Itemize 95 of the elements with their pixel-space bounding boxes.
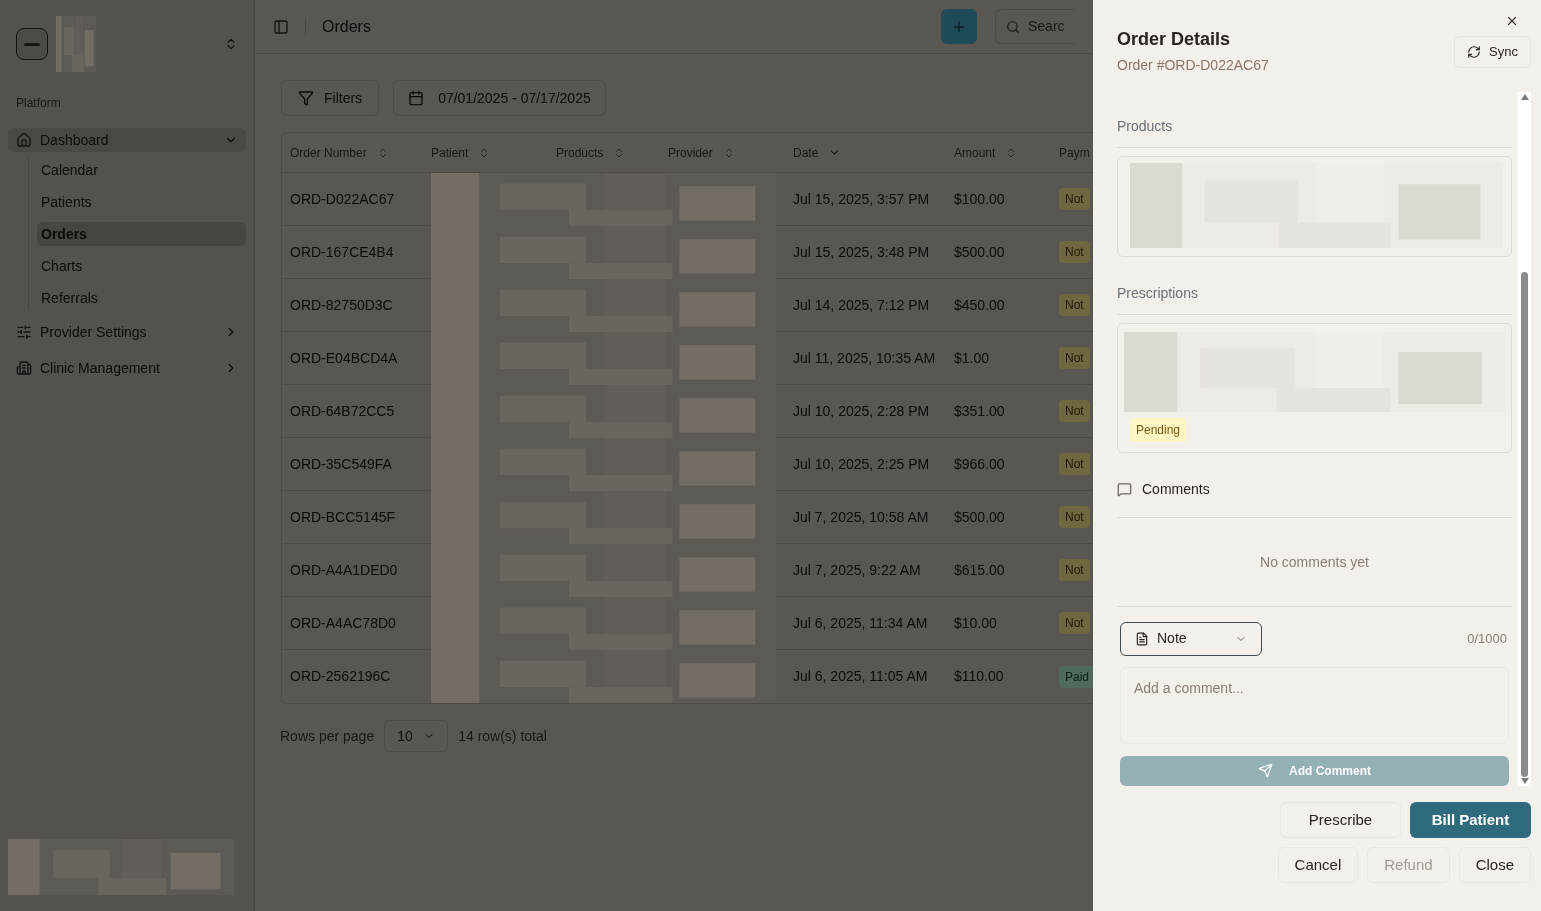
payment-status-badge: Not: [1059, 400, 1090, 422]
nav-subitem[interactable]: Orders: [37, 222, 246, 246]
table-cell-text: Jul 15, 2025, 3:57 PM: [793, 189, 931, 209]
table-cell-text: ORD-35C549FA: [290, 454, 393, 474]
column-header[interactable]: Provider: [668, 143, 713, 162]
table-cell-text: Jul 10, 2025, 2:25 PM: [793, 454, 931, 474]
table-cell-text: $351.00: [954, 401, 1006, 421]
comment-type-select[interactable]: Note: [1120, 621, 1262, 656]
building-icon: [16, 360, 32, 376]
sidebar-toggle-icon[interactable]: [273, 18, 289, 35]
table-cell-text: $500.00: [954, 507, 1006, 527]
rows-per-page-select[interactable]: 10: [384, 720, 449, 752]
table-cell-text: ORD-2562196C: [290, 667, 392, 686]
table-cell-text: ORD-64B72CC5: [290, 401, 396, 421]
column-header[interactable]: Products: [556, 143, 604, 162]
payment-status-badge: Not: [1059, 559, 1090, 581]
row-total: 14 row(s) total: [458, 726, 547, 746]
table-cell-text: ORD-167CE4B4: [290, 242, 395, 262]
nav-subitem[interactable]: Calendar: [37, 158, 246, 182]
funnel-icon: [298, 90, 314, 106]
drawer-title: Order Details: [1117, 28, 1232, 51]
payment-status-badge: Paid: [1059, 665, 1093, 688]
table-cell-text: $1.00: [954, 348, 991, 368]
nav-item[interactable]: Clinic Management: [8, 356, 246, 380]
section-label: Platform: [15, 95, 62, 112]
date-range-button[interactable]: 07/01/2025 - 07/17/2025: [393, 80, 606, 116]
table-cell-text: ORD-BCC5145F: [290, 507, 397, 527]
table-cell-text: $10.00: [954, 613, 998, 633]
table-cell-text: Jul 10, 2025, 2:28 PM: [793, 401, 931, 421]
payment-status-badge: Not: [1059, 347, 1090, 369]
action-button[interactable]: Cancel: [1277, 847, 1359, 883]
payment-status-badge: Not: [1059, 294, 1090, 316]
action-button[interactable]: Prescribe: [1280, 802, 1401, 838]
table-cell-text: ORD-A4A1DED0: [290, 560, 399, 580]
logo-icon: [16, 28, 48, 60]
action-button[interactable]: Close: [1458, 847, 1531, 883]
table-cell-text: $966.00: [954, 454, 1006, 474]
column-header[interactable]: Amount: [954, 143, 996, 162]
add-button[interactable]: [941, 9, 977, 44]
filters-button[interactable]: Filters: [281, 80, 380, 116]
sync-button[interactable]: Sync: [1454, 36, 1531, 68]
empty-comments-text: No comments yet: [1260, 552, 1369, 572]
table-cell-text: Jul 15, 2025, 3:48 PM: [793, 242, 931, 262]
payment-status-badge: Not: [1059, 453, 1090, 475]
drawer-subtitle: Order #ORD-D022AC67: [1117, 56, 1269, 75]
comment-field[interactable]: Add a comment...: [1120, 666, 1509, 744]
table-cell-text: $615.00: [954, 560, 1006, 580]
send-icon: [1258, 763, 1273, 779]
scrollbar[interactable]: [1518, 92, 1531, 786]
table-cell-text: ORD-A4AC78D0: [290, 613, 397, 633]
nav-item[interactable]: Provider Settings: [8, 320, 246, 344]
search-icon: [1006, 19, 1020, 34]
nav-subitem[interactable]: Charts: [37, 254, 246, 278]
calendar-icon: [408, 90, 425, 106]
close-icon[interactable]: [1505, 14, 1519, 28]
document-icon: [1135, 631, 1149, 646]
column-header[interactable]: Patient: [431, 143, 469, 162]
nav-label: Dashboard: [40, 130, 109, 150]
table-cell-text: Jul 7, 2025, 9:22 AM: [793, 560, 922, 580]
payment-status-badge: Not: [1059, 241, 1090, 263]
nav-subitem[interactable]: Referrals: [37, 286, 246, 310]
table-cell-text: Jul 7, 2025, 10:58 AM: [793, 507, 930, 527]
column-header[interactable]: Paym: [1059, 143, 1090, 162]
table-cell-text: Jul 6, 2025, 11:34 AM: [793, 613, 929, 633]
character-count: 0/1000: [1467, 630, 1507, 649]
table-cell-text: Jul 14, 2025, 7:12 PM: [793, 295, 931, 315]
table-cell-text: $110.00: [954, 667, 1005, 686]
section-heading: Products: [1117, 117, 1174, 136]
sliders-icon: [16, 324, 32, 340]
nav-subitem[interactable]: Patients: [37, 190, 246, 214]
table-cell-text: ORD-D022AC67: [290, 189, 396, 209]
table-cell-text: ORD-E04BCD4A: [290, 348, 399, 368]
refresh-icon: [1467, 45, 1482, 59]
payment-status-badge: Not: [1059, 506, 1090, 528]
payment-status-badge: Not: [1059, 188, 1090, 210]
action-button[interactable]: Bill Patient: [1410, 802, 1531, 838]
table-cell-text: Jul 11, 2025, 10:35 AM: [793, 348, 937, 368]
page-title: Orders: [322, 16, 371, 37]
section-heading: Prescriptions: [1117, 283, 1199, 303]
column-header[interactable]: Order Number: [290, 143, 367, 162]
table-cell-text: $500.00: [954, 242, 1006, 262]
table-cell-text: ORD-82750D3C: [290, 295, 394, 315]
rows-per-page-label: Rows per page: [280, 726, 375, 746]
prescription-status-badge: Pending: [1130, 417, 1187, 442]
column-header[interactable]: Date: [793, 143, 819, 162]
nav-label: Clinic Management: [40, 358, 160, 378]
table-cell-text: $100.00: [954, 189, 1006, 209]
table-cell-text: Jul 6, 2025, 11:05 AM: [793, 667, 929, 686]
comment-icon: [1117, 481, 1132, 497]
section-heading: Comments: [1142, 479, 1210, 499]
table-cell-text: $450.00: [954, 295, 1006, 315]
search-field[interactable]: Searc: [995, 9, 1075, 44]
nav-label: Provider Settings: [40, 322, 147, 342]
house-icon: [16, 132, 32, 148]
payment-status-badge: Not: [1059, 612, 1090, 634]
